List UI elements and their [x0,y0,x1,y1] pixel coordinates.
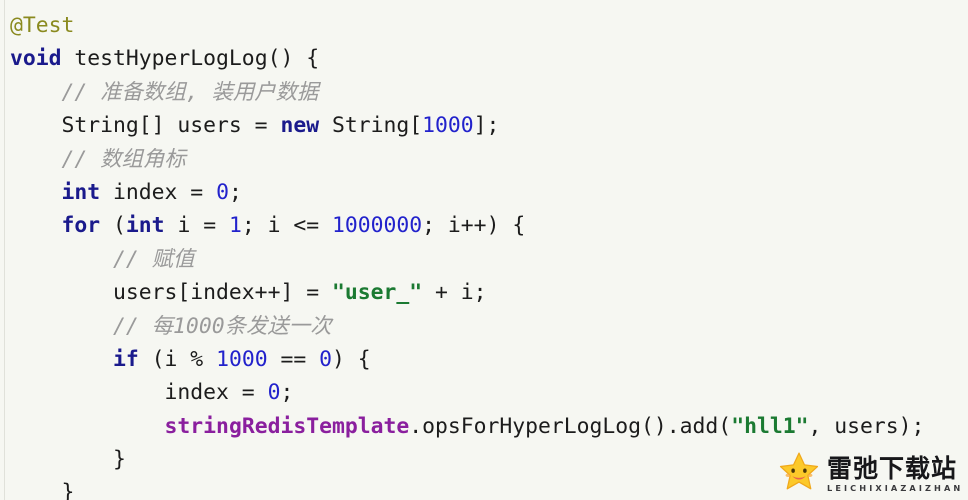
code-token-number: 1000 [216,346,268,372]
code-token-plain: + i; [422,280,487,306]
code-line: index = 0; [10,376,960,409]
code-token-plain: ; i++) { [422,213,526,239]
code-token-number: 0 [267,380,281,406]
code-line: for (int i = 1; i <= 1000000; i++) { [10,209,960,242]
code-line: String[] users = new String[1000]; [10,109,960,142]
code-token-comment: // 数组角标 [61,146,186,172]
code-token-plain: (i % [138,346,217,372]
code-token-comment: // 准备数组, 装用户数据 [61,79,319,105]
code-token-field: stringRedisTemplate [164,413,410,439]
code-token-keyword: int [125,213,165,239]
code-token-keyword: int [61,179,101,205]
code-token-plain: , users); [808,413,925,439]
code-token-plain: index = [10,380,268,406]
code-token-plain: } [10,447,126,473]
code-token-number: 1000000 [332,213,423,239]
java-code-block: @Test void testHyperLogLog() { // 准备数组, 装… [10,9,960,500]
code-token-plain: ( [100,213,126,239]
code-token-plain: ) { [332,346,371,372]
code-token-comment: // 赋值 [113,246,195,272]
site-watermark: 雷弛下载站 LEICHIXIAZAIZHAN [778,449,966,499]
code-token-number: 1 [228,213,242,239]
code-token-number: 0 [216,179,229,205]
code-token-plain: testHyperLogLog() { [61,46,320,72]
code-snippet-figure: @Test void testHyperLogLog() { // 准备数组, 装… [0,0,968,500]
code-token-plain: users[index++] = [10,280,332,306]
watermark-text-group: 雷弛下载站 LEICHIXIAZAIZHAN [827,456,963,492]
code-token-comment: // 每1000条发送一次 [113,313,332,339]
code-line: void testHyperLogLog() { [10,42,960,75]
left-gutter-rule [4,0,5,500]
code-line: users[index++] = "user_" + i; [10,276,960,309]
code-line: // 每1000条发送一次 [10,310,960,343]
code-line: // 数组角标 [10,143,960,176]
code-line: int index = 0; [10,176,960,209]
code-line: @Test [10,9,960,42]
code-token-keyword: void [10,46,62,72]
smiling-star-icon [778,451,820,497]
code-line: // 准备数组, 装用户数据 [10,76,960,109]
code-token-plain: i = [164,213,229,239]
code-token-string: "hll1" [731,413,809,439]
code-token-annotation: @Test [10,13,75,38]
watermark-title: 雷弛下载站 [827,453,958,483]
code-token-plain: ; [280,380,294,406]
watermark-subtitle: LEICHIXIAZAIZHAN [827,482,964,493]
code-line: if (i % 1000 == 0) { [10,343,960,376]
code-line: stringRedisTemplate.opsForHyperLogLog().… [10,410,960,443]
code-token-string: "user_" [331,280,423,306]
code-token-plain: ; [228,179,242,205]
code-token-keyword: for [61,213,101,239]
code-token-plain: index = [100,179,217,205]
code-token-plain: } [10,480,75,500]
code-line: // 赋值 [10,243,960,276]
code-token-keyword: if [113,346,139,372]
code-token-number: 0 [319,346,332,372]
code-token-number: 1000 [422,113,474,139]
code-token-plain: String[ [319,113,423,139]
code-token-plain: ]; [473,113,500,139]
code-token-keyword: new [280,113,320,139]
code-token-plain: String[] users = [10,113,281,139]
code-token-plain: .opsForHyperLogLog().add( [409,413,732,439]
code-token-plain: == [267,346,320,372]
code-token-plain: ; i <= [241,213,333,239]
